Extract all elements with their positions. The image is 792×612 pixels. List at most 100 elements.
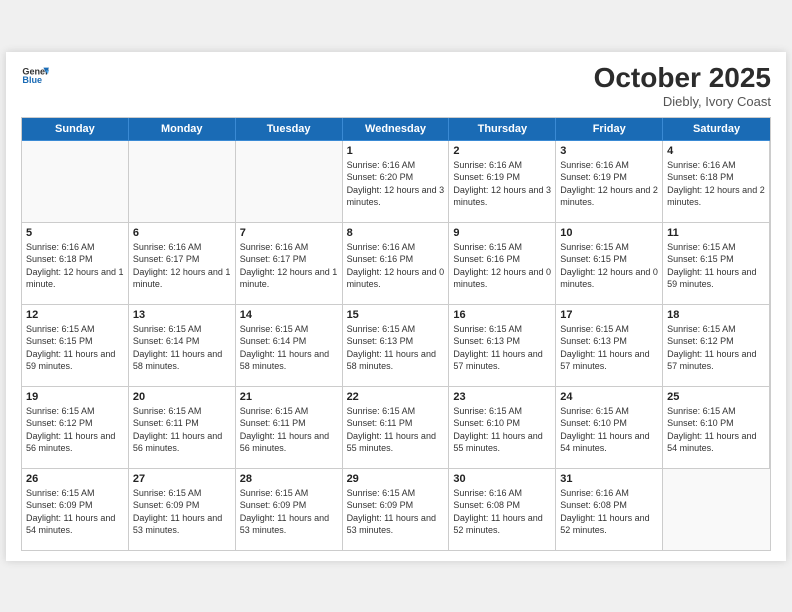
day-number: 18 bbox=[667, 309, 765, 321]
day-cell: 1 Sunrise: 6:16 AM Sunset: 6:20 PM Daylig… bbox=[343, 141, 450, 223]
day-cell: 15Sunrise: 6:15 AM Sunset: 6:13 PM Dayli… bbox=[343, 305, 450, 387]
day-number: 31 bbox=[560, 473, 658, 485]
header-wednesday: Wednesday bbox=[343, 118, 450, 141]
day-cell: 21 Sunrise: 6:15 AM Sunset: 6:11 PM Dayli… bbox=[236, 387, 343, 469]
month-title: October 2025 bbox=[594, 62, 771, 94]
day-cell: 13 Sunrise: 6:15 AM Sunset: 6:14 PM Dayli… bbox=[129, 305, 236, 387]
day-number: 4 bbox=[667, 145, 765, 157]
day-cell: 6 Sunrise: 6:16 AM Sunset: 6:17 PM Daylig… bbox=[129, 223, 236, 305]
day-cell bbox=[129, 141, 236, 223]
day-info: Sunrise: 6:16 AM Sunset: 6:08 PM Dayligh… bbox=[560, 487, 658, 537]
day-number: 2 bbox=[453, 145, 551, 157]
day-number: 12 bbox=[26, 309, 124, 321]
day-cell: 3 Sunrise: 6:16 AM Sunset: 6:19 PM Daylig… bbox=[556, 141, 663, 223]
day-info: Sunrise: 6:15 AM Sunset: 6:09 PM Dayligh… bbox=[133, 487, 231, 537]
day-cell: 16 Sunrise: 6:15 AM Sunset: 6:13 PM Dayli… bbox=[449, 305, 556, 387]
header-sunday: Sunday bbox=[22, 118, 129, 141]
day-number: 20 bbox=[133, 391, 231, 403]
day-info: Sunrise: 6:16 AM Sunset: 6:18 PM Dayligh… bbox=[26, 241, 124, 291]
day-info: Sunrise: 6:16 AM Sunset: 6:20 PM Dayligh… bbox=[347, 159, 445, 209]
calendar-body: 1 Sunrise: 6:16 AM Sunset: 6:20 PM Daylig… bbox=[21, 141, 771, 551]
day-number: 29 bbox=[347, 473, 445, 485]
day-cell: 26 Sunrise: 6:15 AM Sunset: 6:09 PM Dayli… bbox=[22, 469, 129, 551]
day-info: Sunrise: 6:15 AM Sunset: 6:14 PM Dayligh… bbox=[133, 323, 231, 373]
day-cell: 4 Sunrise: 6:16 AM Sunset: 6:18 PM Daylig… bbox=[663, 141, 770, 223]
day-info: Sunrise: 6:15 AM Sunset: 6:11 PM Dayligh… bbox=[133, 405, 231, 455]
day-cell: 19 Sunrise: 6:15 AM Sunset: 6:12 PM Dayli… bbox=[22, 387, 129, 469]
day-info: Sunrise: 6:15 AM Sunset: 6:11 PM Dayligh… bbox=[240, 405, 338, 455]
day-info: Sunrise: 6:16 AM Sunset: 6:08 PM Dayligh… bbox=[453, 487, 551, 537]
day-number: 6 bbox=[133, 227, 231, 239]
day-cell: 11Sunrise: 6:15 AM Sunset: 6:15 PM Dayli… bbox=[663, 223, 770, 305]
day-info: Sunrise: 6:16 AM Sunset: 6:16 PM Dayligh… bbox=[347, 241, 445, 291]
day-number: 22 bbox=[347, 391, 445, 403]
day-info: Sunrise: 6:15 AM Sunset: 6:12 PM Dayligh… bbox=[667, 323, 765, 373]
logo: General Blue bbox=[21, 62, 49, 90]
day-info: Sunrise: 6:15 AM Sunset: 6:09 PM Dayligh… bbox=[26, 487, 124, 537]
day-cell: 25 Sunrise: 6:15 AM Sunset: 6:10 PM Dayli… bbox=[663, 387, 770, 469]
day-number: 25 bbox=[667, 391, 765, 403]
svg-text:Blue: Blue bbox=[22, 75, 42, 85]
day-cell: 20 Sunrise: 6:15 AM Sunset: 6:11 PM Dayli… bbox=[129, 387, 236, 469]
day-cell: 17 Sunrise: 6:15 AM Sunset: 6:13 PM Dayli… bbox=[556, 305, 663, 387]
header-friday: Friday bbox=[556, 118, 663, 141]
day-cell bbox=[663, 469, 770, 551]
day-number: 23 bbox=[453, 391, 551, 403]
header-thursday: Thursday bbox=[449, 118, 556, 141]
day-cell: 31 Sunrise: 6:16 AM Sunset: 6:08 PM Dayli… bbox=[556, 469, 663, 551]
day-cell: 24 Sunrise: 6:15 AM Sunset: 6:10 PM Dayli… bbox=[556, 387, 663, 469]
day-number: 28 bbox=[240, 473, 338, 485]
day-number: 13 bbox=[133, 309, 231, 321]
day-number: 1 bbox=[347, 145, 445, 157]
day-info: Sunrise: 6:15 AM Sunset: 6:13 PM Dayligh… bbox=[347, 323, 445, 373]
day-info: Sunrise: 6:15 AM Sunset: 6:13 PM Dayligh… bbox=[560, 323, 658, 373]
day-info: Sunrise: 6:15 AM Sunset: 6:10 PM Dayligh… bbox=[667, 405, 765, 455]
day-number: 26 bbox=[26, 473, 124, 485]
day-info: Sunrise: 6:15 AM Sunset: 6:15 PM Dayligh… bbox=[560, 241, 658, 291]
day-cell: 29Sunrise: 6:15 AM Sunset: 6:09 PM Dayli… bbox=[343, 469, 450, 551]
day-cell: 12 Sunrise: 6:15 AM Sunset: 6:15 PM Dayli… bbox=[22, 305, 129, 387]
day-info: Sunrise: 6:15 AM Sunset: 6:16 PM Dayligh… bbox=[453, 241, 551, 291]
day-cell: 8 Sunrise: 6:16 AM Sunset: 6:16 PM Daylig… bbox=[343, 223, 450, 305]
day-info: Sunrise: 6:16 AM Sunset: 6:18 PM Dayligh… bbox=[667, 159, 765, 209]
day-number: 14 bbox=[240, 309, 338, 321]
day-cell: 2Sunrise: 6:16 AM Sunset: 6:19 PM Daylig… bbox=[449, 141, 556, 223]
day-info: Sunrise: 6:15 AM Sunset: 6:10 PM Dayligh… bbox=[560, 405, 658, 455]
day-info: Sunrise: 6:15 AM Sunset: 6:12 PM Dayligh… bbox=[26, 405, 124, 455]
day-info: Sunrise: 6:15 AM Sunset: 6:09 PM Dayligh… bbox=[240, 487, 338, 537]
day-info: Sunrise: 6:16 AM Sunset: 6:19 PM Dayligh… bbox=[560, 159, 658, 209]
day-number: 27 bbox=[133, 473, 231, 485]
day-number: 24 bbox=[560, 391, 658, 403]
day-number: 19 bbox=[26, 391, 124, 403]
day-number: 5 bbox=[26, 227, 124, 239]
header: General Blue October 2025 Diebly, Ivory … bbox=[21, 62, 771, 109]
day-cell: 7 Sunrise: 6:16 AM Sunset: 6:17 PM Daylig… bbox=[236, 223, 343, 305]
title-block: October 2025 Diebly, Ivory Coast bbox=[594, 62, 771, 109]
day-info: Sunrise: 6:16 AM Sunset: 6:17 PM Dayligh… bbox=[133, 241, 231, 291]
day-info: Sunrise: 6:16 AM Sunset: 6:17 PM Dayligh… bbox=[240, 241, 338, 291]
day-number: 21 bbox=[240, 391, 338, 403]
day-cell bbox=[22, 141, 129, 223]
day-cell: 27 Sunrise: 6:15 AM Sunset: 6:09 PM Dayli… bbox=[129, 469, 236, 551]
day-number: 8 bbox=[347, 227, 445, 239]
day-cell: 5 Sunrise: 6:16 AM Sunset: 6:18 PM Daylig… bbox=[22, 223, 129, 305]
logo-icon: General Blue bbox=[21, 62, 49, 90]
day-info: Sunrise: 6:15 AM Sunset: 6:11 PM Dayligh… bbox=[347, 405, 445, 455]
day-number: 3 bbox=[560, 145, 658, 157]
day-info: Sunrise: 6:15 AM Sunset: 6:15 PM Dayligh… bbox=[26, 323, 124, 373]
day-number: 17 bbox=[560, 309, 658, 321]
header-tuesday: Tuesday bbox=[236, 118, 343, 141]
day-number: 7 bbox=[240, 227, 338, 239]
day-cell: 23Sunrise: 6:15 AM Sunset: 6:10 PM Dayli… bbox=[449, 387, 556, 469]
day-info: Sunrise: 6:15 AM Sunset: 6:14 PM Dayligh… bbox=[240, 323, 338, 373]
day-info: Sunrise: 6:15 AM Sunset: 6:13 PM Dayligh… bbox=[453, 323, 551, 373]
day-number: 16 bbox=[453, 309, 551, 321]
day-cell: 30 Sunrise: 6:16 AM Sunset: 6:08 PM Dayli… bbox=[449, 469, 556, 551]
header-monday: Monday bbox=[129, 118, 236, 141]
header-saturday: Saturday bbox=[663, 118, 770, 141]
day-cell: 22 Sunrise: 6:15 AM Sunset: 6:11 PM Dayli… bbox=[343, 387, 450, 469]
day-cell bbox=[236, 141, 343, 223]
day-number: 30 bbox=[453, 473, 551, 485]
calendar-container: General Blue October 2025 Diebly, Ivory … bbox=[6, 52, 786, 561]
day-number: 9 bbox=[453, 227, 551, 239]
